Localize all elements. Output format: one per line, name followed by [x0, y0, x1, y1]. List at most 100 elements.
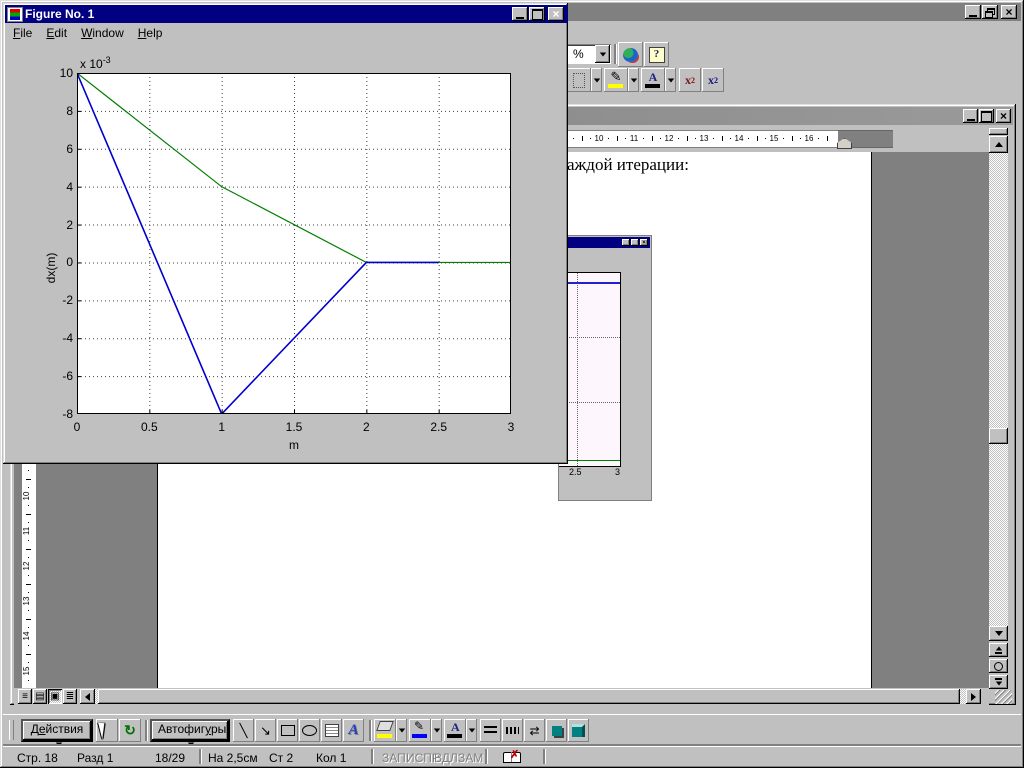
h-ruler-number: 14: [734, 134, 744, 143]
help-assistant-icon[interactable]: [618, 42, 643, 67]
superscript-button[interactable]: x2: [679, 68, 701, 92]
scroll-right-icon[interactable]: [966, 689, 981, 704]
view-normal-button[interactable]: ≡: [18, 689, 32, 704]
matlab-menu-bar: File Edit Window Help: [5, 24, 574, 42]
draw-menu-button[interactable]: Действия: [21, 719, 93, 747]
embedded-gridline-h2: [559, 402, 620, 403]
h-ruler-tick: [817, 138, 819, 139]
h-ruler-tick: [651, 136, 653, 141]
scroll-down-icon[interactable]: [989, 626, 1008, 641]
status-indicator-ext[interactable]: ВДЛ: [434, 751, 458, 765]
x-tick-label: 1: [218, 420, 225, 434]
embedded-gridline-v: [577, 273, 579, 466]
v-ruler-tick: [28, 557, 29, 559]
next-page-icon[interactable]: [989, 675, 1008, 689]
context-help-icon[interactable]: ?: [644, 42, 669, 67]
h-ruler-tick: [791, 136, 793, 141]
drawing-font-color-button[interactable]: A: [444, 719, 466, 742]
menu-file[interactable]: File: [13, 26, 32, 40]
select-browse-object-icon[interactable]: [989, 659, 1008, 673]
v-ruler-tick: [26, 513, 31, 515]
view-web-layout-button[interactable]: ▤: [33, 689, 47, 704]
dash-style-icon[interactable]: [502, 719, 523, 742]
matlab-window-title: Figure No. 1: [25, 7, 95, 21]
fill-color-button[interactable]: [374, 719, 396, 742]
close-icon[interactable]: ×: [1001, 5, 1017, 19]
oval-tool-icon[interactable]: [299, 719, 320, 742]
v-ruler-number: 10: [22, 491, 31, 501]
view-outline-button[interactable]: ≣: [63, 689, 77, 704]
line-color-button[interactable]: ✎: [409, 719, 431, 742]
wordart-icon[interactable]: A: [343, 719, 364, 742]
previous-page-icon[interactable]: [989, 643, 1008, 657]
v-ruler-tick: [28, 522, 29, 524]
spelling-status-icon[interactable]: ✗: [503, 749, 521, 763]
scroll-up-icon[interactable]: [989, 136, 1008, 153]
v-ruler-tick: [26, 583, 31, 585]
v-ruler-tick: [28, 504, 29, 506]
h-ruler-tick: [625, 138, 627, 139]
menu-help[interactable]: Help: [138, 26, 163, 40]
drawing-font-color-dropdown-icon[interactable]: [466, 719, 477, 742]
minimize-icon[interactable]: [965, 5, 981, 19]
doc-close-icon[interactable]: ×: [996, 109, 1011, 123]
v-ruler-tick: [28, 574, 29, 576]
toolbar-grip[interactable]: [9, 720, 14, 740]
matlab-close-icon[interactable]: ×: [548, 7, 564, 21]
line-tool-icon[interactable]: ╲: [233, 719, 254, 742]
line-color-dropdown-icon[interactable]: [431, 719, 442, 742]
h-ruler-tick: [677, 138, 679, 139]
menu-window[interactable]: Window: [81, 26, 124, 40]
resize-grip[interactable]: [995, 690, 1012, 704]
highlight-button[interactable]: ✎: [604, 68, 628, 92]
horizontal-scrollbar-thumb[interactable]: [98, 689, 960, 704]
status-indicator-rec[interactable]: ЗАП: [382, 751, 406, 765]
threed-icon[interactable]: [568, 719, 589, 742]
line-style-icon[interactable]: [480, 719, 501, 742]
embedded-figure-object[interactable]: × 2.5 3: [559, 236, 651, 500]
highlight-dropdown-icon[interactable]: [628, 68, 639, 92]
arrow-tool-icon[interactable]: ↘: [255, 719, 276, 742]
text-box-tool-icon[interactable]: [321, 719, 342, 742]
x-tick-label: 2: [362, 420, 370, 434]
autoshapes-menu-button[interactable]: Автофигуры: [150, 719, 230, 747]
outside-border-button[interactable]: [567, 68, 591, 92]
border-dropdown-icon[interactable]: [591, 68, 602, 92]
font-color-dropdown-icon[interactable]: [665, 68, 676, 92]
doc-maximize-icon[interactable]: [979, 109, 994, 123]
h-ruler-tick: [826, 136, 828, 141]
embedded-xtick-25: 2.5: [569, 467, 582, 477]
zoom-dropdown-icon[interactable]: [595, 45, 610, 63]
shadow-icon[interactable]: [546, 719, 567, 742]
restore-icon[interactable]: [982, 5, 998, 19]
matlab-maximize-icon[interactable]: [529, 7, 545, 21]
y-tick-label: -8: [62, 407, 73, 421]
vertical-scrollbar-track[interactable]: [989, 153, 1008, 626]
menu-edit[interactable]: Edit: [46, 26, 67, 40]
arrow-style-icon[interactable]: ⇄: [524, 719, 545, 742]
scroll-left-icon[interactable]: [80, 689, 95, 704]
fill-color-dropdown-icon[interactable]: [396, 719, 407, 742]
subscript-button[interactable]: x2: [702, 68, 724, 92]
scroll-split-handle[interactable]: [989, 128, 1008, 135]
h-ruler-tick: [581, 136, 583, 141]
v-ruler-tick: [28, 469, 29, 471]
embedded-green-line: [559, 460, 620, 461]
doc-minimize-icon[interactable]: [963, 109, 978, 123]
vertical-scrollbar-thumb[interactable]: [989, 428, 1008, 444]
y-tick-label: 2: [66, 217, 73, 232]
h-ruler-tick: [800, 138, 802, 139]
status-indicator-ovr[interactable]: ЗАМ: [458, 751, 483, 765]
free-rotate-button[interactable]: ↻: [119, 719, 141, 742]
matlab-title-bar[interactable]: Figure No. 1 ×: [5, 5, 568, 23]
embedded-min-icon: [622, 239, 630, 246]
view-print-layout-button[interactable]: ▣: [48, 689, 62, 704]
document-text-line[interactable]: аждой итерации:: [567, 155, 689, 175]
rectangle-tool-icon[interactable]: [277, 719, 298, 742]
h-ruler-number: 11: [629, 134, 639, 143]
status-page-of: 18/29: [155, 751, 186, 765]
highlight-pen-icon: ✎: [610, 69, 622, 84]
h-ruler-tick: [765, 138, 767, 139]
font-color-button[interactable]: A: [641, 68, 665, 92]
matlab-minimize-icon[interactable]: [512, 7, 528, 21]
